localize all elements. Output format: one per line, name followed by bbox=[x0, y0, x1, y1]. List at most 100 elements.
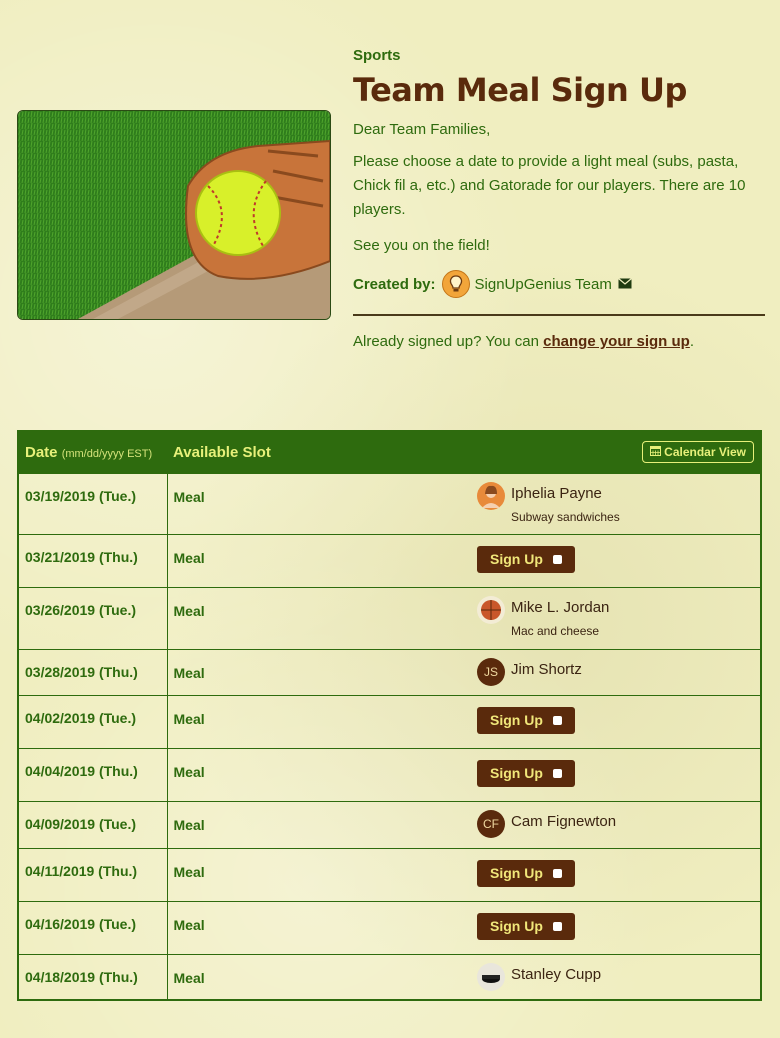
row-participant: Sign Up bbox=[471, 533, 761, 587]
signup-intro: Sports Team Meal Sign Up Dear Team Famil… bbox=[353, 46, 765, 354]
row-slot: Meal bbox=[167, 533, 471, 587]
signup-button[interactable]: Sign Up bbox=[477, 759, 575, 787]
creator-info: Created by: SignUpGenius Team bbox=[353, 270, 765, 298]
row-date: 03/21/2019 (Thu.) bbox=[18, 533, 168, 587]
softball-hero-image bbox=[17, 110, 331, 320]
date-header-label: Date bbox=[25, 443, 58, 461]
row-date: 04/04/2019 (Thu.) bbox=[18, 747, 168, 801]
signup-button-label: Sign Up bbox=[490, 712, 543, 728]
table-header: Date (mm/dd/yyyy EST) Available Slot Cal… bbox=[18, 431, 761, 473]
table-row: 04/11/2019 (Thu.) Meal Sign Up bbox=[18, 847, 761, 901]
already-end: . bbox=[689, 333, 695, 350]
row-date: 04/16/2019 (Tue.) bbox=[18, 900, 168, 954]
signup-button[interactable]: Sign Up bbox=[477, 859, 575, 887]
row-slot: Meal bbox=[167, 800, 471, 848]
participant-name: Mike L. Jordan bbox=[511, 598, 610, 616]
divider bbox=[353, 314, 765, 316]
row-date: 04/11/2019 (Thu.) bbox=[18, 847, 168, 901]
table-row: 03/21/2019 (Thu.) Meal Sign Up bbox=[18, 533, 761, 587]
row-participant: Iphelia Payne Subway sandwiches bbox=[471, 472, 761, 534]
signup-button[interactable]: Sign Up bbox=[477, 545, 575, 573]
row-date: 04/09/2019 (Tue.) bbox=[18, 800, 168, 848]
row-slot: Meal bbox=[167, 586, 471, 649]
date-format-label: (mm/dd/yyyy EST) bbox=[61, 447, 153, 460]
already-text: Already signed up? You can bbox=[353, 333, 544, 350]
table-row: 04/18/2019 (Thu.) Meal Stanley Cupp bbox=[18, 953, 761, 1000]
row-date: 03/19/2019 (Tue.) bbox=[18, 472, 168, 534]
signup-button[interactable]: Sign Up bbox=[477, 706, 575, 734]
creator-name[interactable]: SignUpGenius Team bbox=[475, 276, 612, 293]
participant: Iphelia Payne Subway sandwiches bbox=[477, 481, 754, 526]
participant-info: Iphelia Payne Subway sandwiches bbox=[511, 482, 620, 526]
participant: Mike L. Jordan Mac and cheese bbox=[477, 595, 754, 640]
participant-note: Subway sandwiches bbox=[511, 509, 620, 524]
change-signup-link[interactable]: change your sign up bbox=[543, 333, 690, 350]
greeting-text: Dear Team Families, bbox=[353, 121, 491, 138]
participant-name: Stanley Cupp bbox=[511, 965, 602, 983]
signup-button-label: Sign Up bbox=[490, 765, 543, 781]
row-participant: Stanley Cupp bbox=[471, 953, 761, 1000]
already-signed-up: Already signed up? You can change your s… bbox=[353, 330, 765, 354]
row-date: 03/26/2019 (Tue.) bbox=[18, 586, 168, 649]
calendar-icon bbox=[649, 446, 661, 457]
row-slot: Meal bbox=[167, 694, 471, 748]
participant-note: Mac and cheese bbox=[511, 623, 600, 638]
participant-info: Jim Shortz bbox=[511, 658, 582, 682]
participant-name: Cam Fignewton bbox=[511, 812, 617, 830]
page-title: Team Meal Sign Up bbox=[353, 71, 687, 109]
table-row: 03/28/2019 (Thu.) Meal JS Jim Shortz bbox=[18, 648, 761, 695]
signup-button-label: Sign Up bbox=[490, 918, 543, 934]
participant: JS Jim Shortz bbox=[477, 657, 754, 686]
closing-text: See you on the field! bbox=[353, 237, 490, 254]
description: Dear Team Families, Please choose a date… bbox=[353, 118, 765, 258]
row-slot: Meal bbox=[167, 472, 471, 534]
signup-button-label: Sign Up bbox=[490, 551, 543, 567]
participant-info: Stanley Cupp bbox=[511, 963, 601, 987]
row-slot: Meal bbox=[167, 847, 471, 901]
participant-info: Mike L. Jordan Mac and cheese bbox=[511, 596, 609, 640]
avatar bbox=[477, 962, 505, 991]
participant: Stanley Cupp bbox=[477, 962, 754, 991]
category-label: Sports bbox=[353, 47, 401, 64]
table-row: 04/02/2019 (Tue.) Meal Sign Up bbox=[18, 694, 761, 748]
checkbox-icon[interactable] bbox=[552, 921, 562, 931]
calendar-view-button[interactable]: Calendar View bbox=[641, 441, 754, 464]
description-text: Please choose a date to provide a light … bbox=[353, 153, 746, 218]
participant: CF Cam Fignewton bbox=[477, 809, 754, 838]
signup-button-label: Sign Up bbox=[490, 865, 543, 881]
slot-column-header: Available Slot bbox=[173, 443, 271, 461]
checkbox-icon[interactable] bbox=[552, 768, 562, 778]
table-row: 04/04/2019 (Thu.) Meal Sign Up bbox=[18, 747, 761, 801]
row-slot: Meal bbox=[167, 900, 471, 954]
envelope-icon[interactable] bbox=[617, 276, 632, 292]
row-participant: CF Cam Fignewton bbox=[471, 800, 761, 848]
row-participant: Mike L. Jordan Mac and cheese bbox=[471, 586, 761, 649]
checkbox-icon[interactable] bbox=[552, 868, 562, 878]
row-slot: Meal bbox=[167, 648, 471, 695]
signup-table: Date (mm/dd/yyyy EST) Available Slot Cal… bbox=[17, 430, 762, 1001]
row-date: 03/28/2019 (Thu.) bbox=[18, 648, 168, 695]
row-participant: Sign Up bbox=[471, 694, 761, 748]
checkbox-icon[interactable] bbox=[552, 715, 562, 725]
checkbox-icon[interactable] bbox=[552, 554, 562, 564]
participant-info: Cam Fignewton bbox=[511, 810, 616, 834]
table-row: 03/26/2019 (Tue.) Meal Mike L. Jordan Mac a… bbox=[18, 586, 761, 649]
participant-name: Jim Shortz bbox=[511, 660, 582, 678]
participant-name: Iphelia Payne bbox=[511, 484, 602, 502]
avatar bbox=[477, 481, 505, 510]
signup-button[interactable]: Sign Up bbox=[477, 912, 575, 940]
row-participant: Sign Up bbox=[471, 900, 761, 954]
avatar: JS bbox=[477, 657, 505, 686]
row-slot: Meal bbox=[167, 747, 471, 801]
table-row: 04/16/2019 (Tue.) Meal Sign Up bbox=[18, 900, 761, 954]
table-row: 04/09/2019 (Tue.) Meal CF Cam Fignewton bbox=[18, 800, 761, 848]
row-participant: Sign Up bbox=[471, 847, 761, 901]
row-date: 04/02/2019 (Tue.) bbox=[18, 694, 168, 748]
participant-column-header: Calendar View bbox=[471, 431, 761, 473]
avatar bbox=[477, 595, 505, 624]
created-by-label: Created by: bbox=[353, 275, 436, 293]
row-slot: Meal bbox=[167, 953, 471, 1000]
calendar-view-label: Calendar View bbox=[664, 445, 746, 460]
avatar: CF bbox=[477, 809, 505, 838]
table-row: 03/19/2019 (Tue.) Meal Iphelia Payne Subway… bbox=[18, 472, 761, 534]
